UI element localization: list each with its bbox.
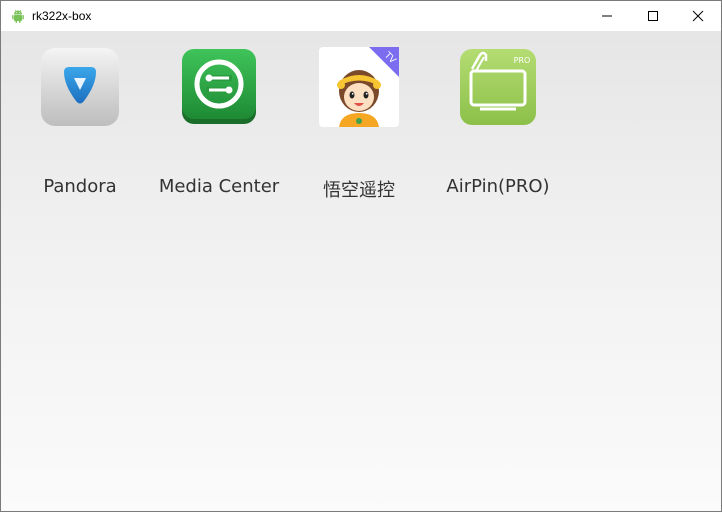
app-label-wukong-remote: 悟空遥控 — [323, 180, 395, 201]
minimize-icon — [602, 15, 612, 17]
airpin-pro-icon: PRO — [460, 49, 536, 125]
app-airpin-pro[interactable]: PRO AirPin(PRO) — [428, 32, 568, 212]
wukong-remote-icon: TV — [319, 47, 399, 127]
media-center-icon — [182, 49, 256, 124]
close-icon — [692, 10, 704, 22]
pro-badge: PRO — [514, 56, 531, 65]
app-window: rk322x-box Pandora Media Center TV 悟空遥控 … — [0, 0, 722, 512]
title-bar[interactable]: rk322x-box — [1, 1, 721, 32]
app-label-media-center: Media Center — [158, 176, 280, 197]
pandora-icon — [41, 48, 119, 126]
app-pandora[interactable]: Pandora — [10, 32, 150, 212]
minimize-button[interactable] — [584, 1, 630, 31]
app-label-pandora: Pandora — [43, 176, 117, 197]
app-media-center[interactable]: Media Center — [149, 32, 289, 212]
launcher-area: Pandora Media Center TV 悟空遥控 PRO AirPin(… — [1, 32, 721, 511]
window-title: rk322x-box — [32, 9, 92, 23]
android-icon — [12, 9, 24, 23]
maximize-button[interactable] — [630, 1, 676, 31]
app-wukong-remote[interactable]: TV 悟空遥控 — [289, 32, 429, 212]
maximize-icon — [648, 11, 658, 21]
close-button[interactable] — [675, 1, 721, 31]
app-label-airpin-pro: AirPin(PRO) — [446, 176, 550, 197]
